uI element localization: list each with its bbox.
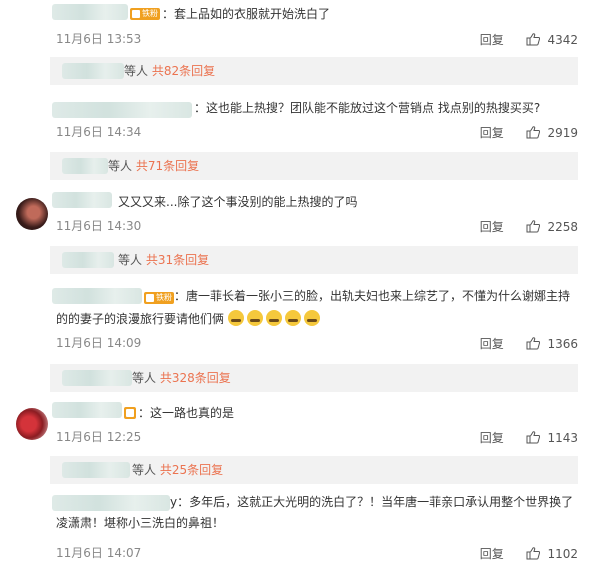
reply-button[interactable]: 回复 [480, 220, 504, 234]
like-count: 2919 [547, 125, 578, 140]
comment-text-line2: 的的妻子的浪漫旅行要请他们俩 [56, 309, 323, 330]
thumbs-up-icon[interactable] [526, 220, 540, 233]
blurred-username [52, 102, 192, 118]
avatar[interactable] [16, 198, 48, 230]
sub-replies-text: 等人 共71条回复 [108, 159, 199, 173]
reply-button[interactable]: 回复 [480, 337, 504, 351]
comment-time: 11月6日 14:30 [56, 219, 142, 233]
comment-actions: 回复 4342 [480, 32, 578, 47]
blurred-username [62, 462, 130, 478]
view-replies-link[interactable]: 共82条回复 [152, 64, 215, 78]
sub-replies-prefix: 等人 [124, 64, 149, 78]
comment-actions: 回复 1366 [480, 336, 578, 351]
blurred-username [62, 252, 114, 268]
view-replies-link[interactable]: 共31条回复 [146, 253, 209, 267]
comment-text: ：这也能上热搜？团队能不能放过这个营销点 找点别的热搜买买? [194, 101, 541, 115]
like-count: 2258 [547, 219, 578, 234]
reply-button[interactable]: 回复 [480, 126, 504, 140]
like-count: 1366 [547, 336, 578, 351]
fan-badge-icon [124, 407, 136, 419]
reply-button[interactable]: 回复 [480, 33, 504, 47]
comment-time: 11月6日 13:53 [56, 32, 142, 46]
comment-time: 11月6日 14:09 [56, 336, 142, 350]
fan-badge: 铁粉 [144, 292, 174, 304]
sub-replies-bar[interactable]: 等人 共25条回复 [50, 456, 578, 484]
blurred-username [52, 402, 122, 418]
comment-text: ：这一路也真的是 [138, 406, 235, 420]
fan-badge: 铁粉 [130, 8, 160, 20]
reply-button[interactable]: 回复 [480, 431, 504, 445]
sub-replies-prefix: 等人 [132, 371, 157, 385]
thumbs-up-icon[interactable] [526, 547, 540, 560]
sub-replies-prefix: 等人 [108, 159, 133, 173]
emoji-icon [227, 310, 244, 326]
comment-time: 11月6日 14:07 [56, 546, 142, 560]
sub-replies-text: 等人 共328条回复 [132, 371, 231, 385]
comment-time: 11月6日 14:34 [56, 125, 142, 139]
sub-replies-prefix: 等人 [118, 253, 143, 267]
comment-actions: 回复 1143 [480, 430, 578, 445]
comment-text-line2: 凌潇肃！堪称小三洗白的鼻祖！ [56, 516, 225, 530]
view-replies-link[interactable]: 共25条回复 [160, 463, 223, 477]
sub-replies-text: 等人 共25条回复 [132, 463, 223, 477]
thumbs-up-icon[interactable] [526, 126, 540, 139]
thumbs-up-icon[interactable] [526, 431, 540, 444]
like-count: 4342 [547, 32, 578, 47]
view-replies-link[interactable]: 共328条回复 [160, 371, 231, 385]
thumbs-up-icon[interactable] [526, 33, 540, 46]
sub-replies-bar[interactable]: 等人 共71条回复 [50, 152, 578, 180]
comment-time: 11月6日 12:25 [56, 430, 142, 444]
comment-text-line1: y：多年后，这就正大光明的洗白了？！当年唐一菲亲口承认用整个世界换了 [170, 495, 574, 509]
comment-text: ：套上品如的衣服就开始洗白了 [162, 7, 331, 21]
comment-actions: 回复 1102 [480, 546, 578, 561]
comment-text: 又又又来...除了这个事没别的能上热搜的了吗 [118, 195, 358, 209]
comment-text-line2-content: 的的妻子的浪漫旅行要请他们俩 [56, 312, 225, 326]
blurred-username [52, 4, 128, 20]
thumbs-up-icon[interactable] [526, 337, 540, 350]
comment-text-line1: ：唐一菲长着一张小三的脸，出轨夫妇也来上综艺了，不懂为什么谢娜主持 [174, 289, 571, 303]
avatar[interactable] [16, 408, 48, 440]
emoji-icon [284, 310, 301, 326]
emoji-icon [246, 310, 263, 326]
view-replies-link[interactable]: 共71条回复 [136, 159, 199, 173]
emoji-icon [265, 310, 282, 326]
blurred-username [62, 63, 124, 79]
comment-actions: 回复 2919 [480, 125, 578, 140]
like-count: 1102 [547, 546, 578, 561]
like-count: 1143 [547, 430, 578, 445]
blurred-username [62, 370, 132, 386]
blurred-username [52, 288, 142, 304]
blurred-username [52, 495, 170, 511]
blurred-username [62, 158, 108, 174]
sub-replies-bar[interactable]: 等人 共328条回复 [50, 364, 578, 392]
blurred-username [52, 192, 112, 208]
sub-replies-text: 等人 共82条回复 [124, 64, 215, 78]
emoji-icon [303, 310, 320, 326]
sub-replies-prefix: 等人 [132, 463, 157, 477]
sub-replies-text: 等人 共31条回复 [118, 253, 209, 267]
reply-button[interactable]: 回复 [480, 547, 504, 561]
sub-replies-bar[interactable]: 等人 共31条回复 [50, 246, 578, 274]
sub-replies-bar[interactable]: 等人 共82条回复 [50, 57, 578, 85]
comment-actions: 回复 2258 [480, 219, 578, 234]
